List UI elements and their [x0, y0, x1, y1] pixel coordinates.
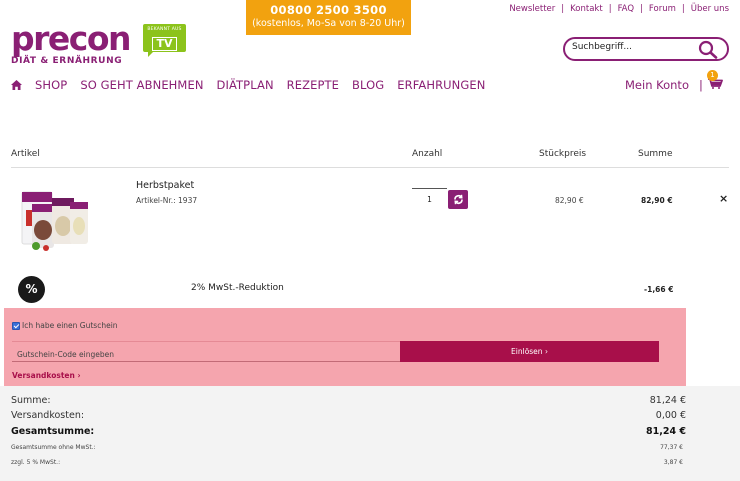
logo-wordmark: precon: [11, 19, 132, 58]
about-link[interactable]: Über uns: [685, 4, 729, 14]
newsletter-link[interactable]: Newsletter: [503, 4, 561, 14]
nav-so-geht-abnehmen[interactable]: SO GEHT ABNEHMEN: [80, 78, 203, 92]
my-account-link[interactable]: Mein Konto: [625, 78, 689, 92]
tv-badge-label: TV: [152, 37, 177, 51]
shipping-row: Versandkosten: 0,00 €: [11, 410, 686, 421]
refresh-button[interactable]: [448, 190, 468, 209]
search-input[interactable]: [572, 42, 692, 52]
vat-row: zzgl. 5 % MwSt.: 3,87 €: [11, 459, 683, 466]
account-area: Mein Konto |: [625, 78, 703, 92]
nav-erfahrungen[interactable]: ERFAHRUNGEN: [397, 78, 485, 92]
hotline-number[interactable]: 00800 2500 3500: [246, 3, 411, 17]
product-article-number: Artikel-Nr.: 1937: [136, 196, 198, 205]
quantity-input[interactable]: 1: [412, 195, 447, 204]
totals-panel: Summe: 81,24 € Versandkosten: 0,00 € Ges…: [0, 386, 740, 481]
col-header-qty: Anzahl: [412, 149, 443, 159]
tv-badge: BEKANNT AUS TV: [143, 24, 186, 57]
main-nav: SHOP SO GEHT ABNEHMEN DIÄTPLAN REZEPTE B…: [11, 78, 498, 92]
product-image[interactable]: [18, 186, 92, 256]
unit-price: 82,90 €: [555, 196, 584, 205]
net-row: Gesamtsumme ohne MwSt.: 77,37 €: [11, 444, 683, 451]
total-label: Gesamtsumme:: [11, 426, 95, 437]
hotline-banner: 00800 2500 3500 (kostenlos, Mo-Sa von 8-…: [246, 0, 411, 35]
percent-icon: %: [18, 276, 45, 303]
home-icon[interactable]: [11, 80, 22, 90]
nav-rezepte[interactable]: REZEPTE: [287, 78, 339, 92]
col-header-unit-price: Stückpreis: [539, 149, 587, 159]
forum-link[interactable]: Forum: [643, 4, 682, 14]
vat-value: 3,87 €: [663, 459, 683, 466]
nav-shop[interactable]: SHOP: [35, 78, 67, 92]
nav-diaetplan[interactable]: DIÄTPLAN: [217, 78, 274, 92]
hotline-hours: (kostenlos, Mo-Sa von 8-20 Uhr): [252, 18, 405, 29]
voucher-checkbox[interactable]: [12, 321, 20, 330]
total-value: 81,24 €: [646, 426, 686, 437]
net-label: Gesamtsumme ohne MwSt.:: [11, 444, 96, 451]
total-row: Gesamtsumme: 81,24 €: [11, 426, 686, 437]
voucher-checkbox-label[interactable]: Ich habe einen Gutschein: [22, 321, 118, 330]
subtotal-value: 81,24 €: [649, 395, 686, 406]
site-logo[interactable]: precon DIÄT & ERNÄHRUNG: [11, 19, 132, 66]
shipping-value: 0,00 €: [655, 410, 686, 421]
voucher-panel: Ich habe einen Gutschein Einlösen › Vers…: [4, 308, 686, 386]
qty-underline: [412, 188, 447, 189]
col-header-sum: Summe: [638, 149, 673, 159]
search-icon[interactable]: [698, 40, 718, 63]
voucher-code-input[interactable]: [12, 345, 401, 364]
separator: |: [698, 78, 703, 92]
tv-badge-caption: BEKANNT AUS: [147, 27, 182, 32]
voucher-field: [12, 341, 401, 364]
divider: [11, 167, 729, 168]
vat-label: zzgl. 5 % MwSt.:: [11, 459, 61, 466]
refresh-icon: [453, 194, 463, 205]
cart-icon[interactable]: 1: [707, 70, 723, 93]
voucher-checkbox-row[interactable]: Ich habe einen Gutschein: [12, 321, 118, 330]
line-sum: 82,90 €: [641, 196, 673, 205]
redeem-button[interactable]: Einlösen ›: [400, 341, 659, 362]
cart-count-badge: 1: [707, 70, 718, 81]
subtotal-row: Summe: 81,24 €: [11, 395, 686, 406]
nav-blog[interactable]: BLOG: [352, 78, 384, 92]
kontakt-link[interactable]: Kontakt: [564, 4, 609, 14]
discount-label: 2% MwSt.-Reduktion: [191, 283, 284, 293]
shipping-costs-link[interactable]: Versandkosten ›: [12, 371, 81, 380]
net-value: 77,37 €: [660, 444, 683, 451]
shipping-label: Versandkosten:: [11, 410, 85, 421]
logo-tagline: DIÄT & ERNÄHRUNG: [11, 56, 123, 66]
discount-value: -1,66 €: [644, 285, 674, 294]
badge-tail: [148, 52, 153, 57]
remove-item-button[interactable]: ×: [719, 192, 728, 205]
search-box: [563, 37, 729, 61]
top-links: Newsletter | Kontakt | FAQ | Forum | Über un…: [503, 4, 729, 14]
faq-link[interactable]: FAQ: [612, 4, 640, 14]
subtotal-label: Summe:: [11, 395, 51, 406]
col-header-article: Artikel: [11, 149, 40, 159]
product-name[interactable]: Herbstpaket: [136, 180, 194, 191]
